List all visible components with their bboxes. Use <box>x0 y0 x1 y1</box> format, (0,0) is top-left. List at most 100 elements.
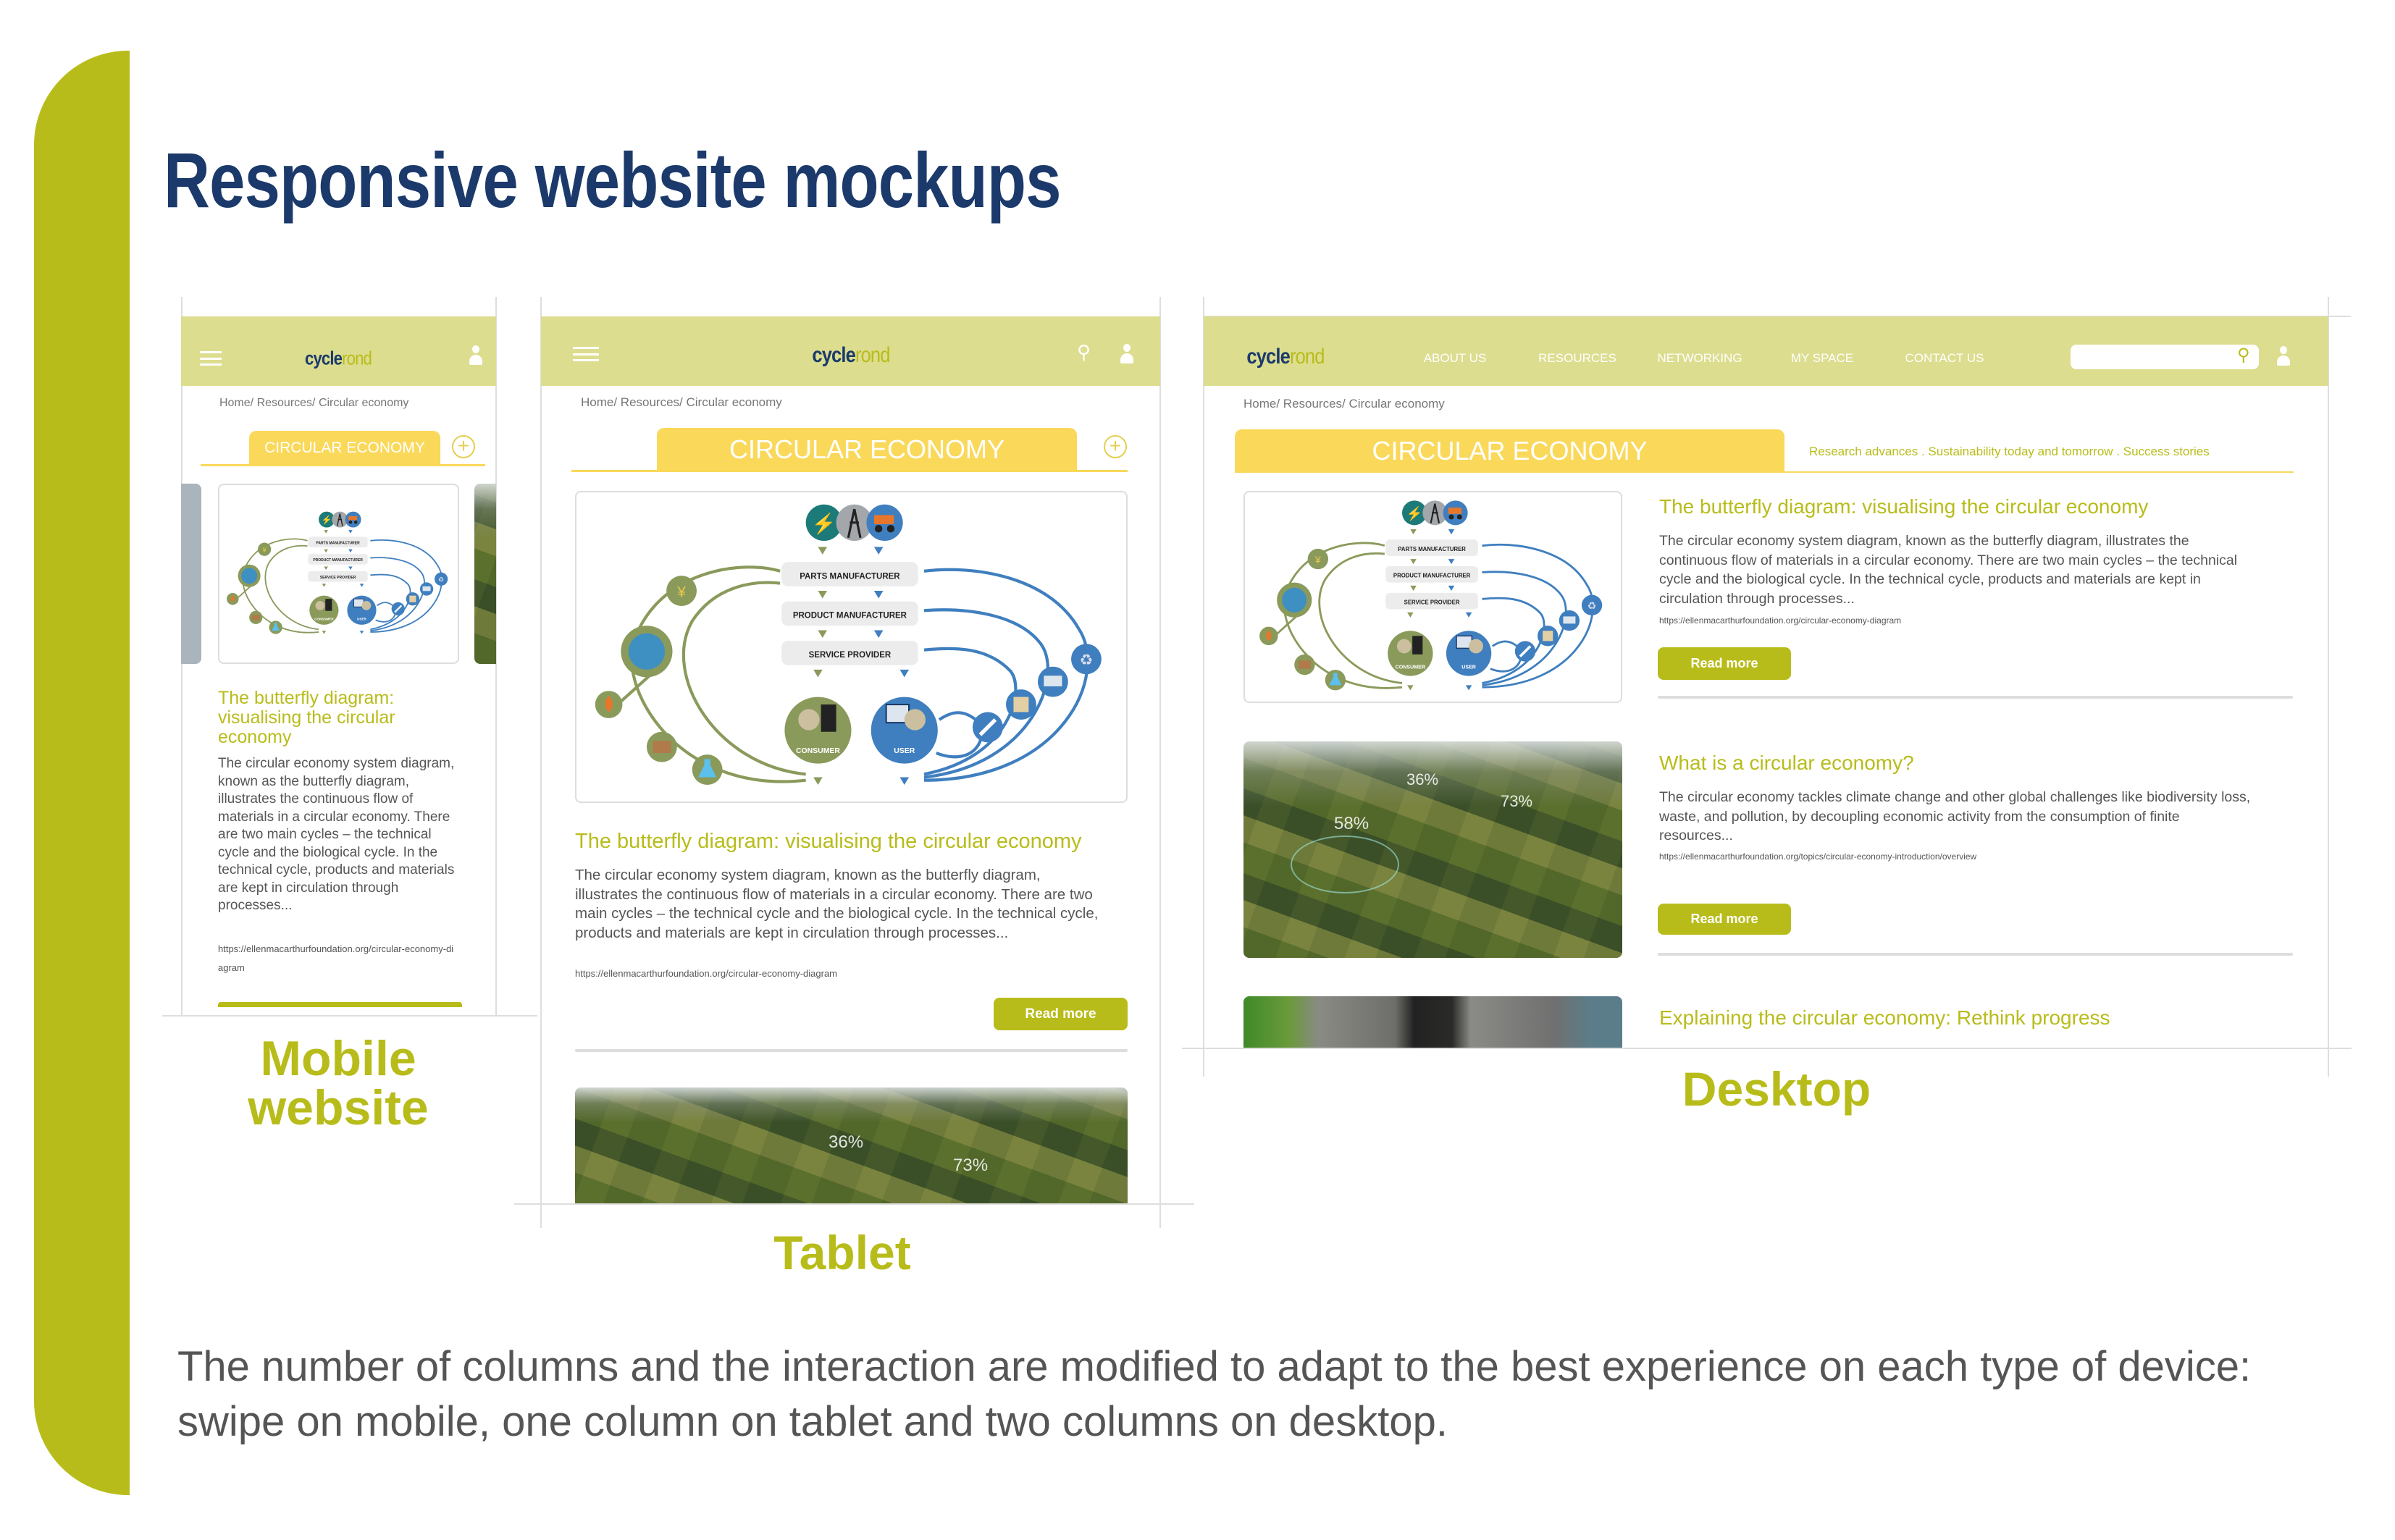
parts-manufacturer-label: PARTS MANUFACTURER <box>316 541 360 545</box>
article-url[interactable]: https://ellenmacarthurfoundation.org/cir… <box>575 968 837 979</box>
article-body: The circular economy tackles climate cha… <box>1659 789 2251 843</box>
breadcrumb[interactable]: Home/ Resources/ Circular economy <box>219 397 408 410</box>
user-label: USER <box>1461 665 1476 670</box>
svg-text:¥: ¥ <box>676 584 686 600</box>
article-title[interactable]: What is a circular economy? <box>1659 752 1914 775</box>
article-title[interactable]: Explaining the circular economy: Rethink… <box>1659 1006 2110 1030</box>
tab-underline <box>1235 471 2294 473</box>
article-body: The circular economy system diagram, kno… <box>1659 533 2238 607</box>
breadcrumb[interactable]: Home/ Resources/ Circular economy <box>1243 397 1445 411</box>
user-label: USER <box>357 617 366 620</box>
plus-icon[interactable]: + <box>1104 435 1127 458</box>
mobile-label: Mobile website <box>248 1031 429 1135</box>
svg-text:⚡: ⚡ <box>812 512 836 535</box>
user-icon[interactable] <box>1119 344 1135 364</box>
article-url[interactable]: https://ellenmacarthurfoundation.org/cir… <box>1659 615 1901 626</box>
consumer-label: CONSUMER <box>314 617 334 620</box>
read-more-button[interactable]: Read more <box>994 998 1128 1030</box>
article-url[interactable]: https://ellenmacarthurfoundation.org/cir… <box>218 940 457 977</box>
logo[interactable]: cyclerond <box>1246 345 1325 369</box>
user-icon[interactable] <box>2276 346 2291 366</box>
bio-arc-fire <box>237 585 252 599</box>
svg-text:♻: ♻ <box>1587 601 1597 613</box>
search-icon[interactable]: ⚲ <box>2237 345 2250 366</box>
tech-arc-3 <box>370 573 411 631</box>
read-more-button-peek[interactable] <box>218 1002 462 1007</box>
carousel-next-card[interactable] <box>474 484 496 664</box>
product-manufacturer-label: PRODUCT MANUFACTURER <box>1393 573 1471 579</box>
svg-text:¥: ¥ <box>262 546 267 553</box>
bio-arc-fire <box>619 673 653 703</box>
breadcrumb[interactable]: Home/ Resources/ Circular economy <box>581 395 782 410</box>
aerial-image[interactable]: 36% 73% 58% <box>1243 741 1622 958</box>
description-text: The number of columns and the interactio… <box>177 1343 2252 1445</box>
nav-about-us[interactable]: ABOUT US <box>1424 351 1487 366</box>
svg-text:♻: ♻ <box>1080 652 1094 669</box>
hud-overlay <box>1291 836 1399 893</box>
tablet-header: cyclerond ⚲ <box>541 316 1160 386</box>
consumer-label: CONSUMER <box>796 747 840 755</box>
svg-text:¥: ¥ <box>1314 555 1321 566</box>
frame-line <box>2328 297 2329 1077</box>
frame-line <box>162 1015 537 1017</box>
divider <box>1658 696 2293 699</box>
diagram-image[interactable]: ⚡ PARTS MANUFACTURER PRODUCT MANUFACTURE… <box>218 484 459 664</box>
diagram-image[interactable]: ⚡ PARTS MANUFACTURER PRODUCT MANUFACTURE… <box>1243 491 1622 703</box>
article-url[interactable]: https://ellenmacarthurfoundation.org/top… <box>1659 851 1976 862</box>
product-manufacturer-label: PRODUCT MANUFACTURER <box>313 558 363 563</box>
accent-bar <box>34 51 130 1495</box>
nav-networking[interactable]: NETWORKING <box>1657 351 1742 366</box>
bio-arc-fire <box>1276 614 1299 635</box>
parts-manufacturer-label: PARTS MANUFACTURER <box>1398 546 1466 552</box>
hands-plant-image[interactable] <box>1243 996 1622 1048</box>
read-more-button[interactable]: Read more <box>1658 647 1791 680</box>
user-label: USER <box>894 747 915 755</box>
divider <box>1658 953 2293 956</box>
article-title[interactable]: The butterfly diagram: visualising the c… <box>1659 495 2148 518</box>
article-body: The circular economy system diagram, kno… <box>575 867 1099 941</box>
nav-contact-us[interactable]: CONTACT US <box>1905 351 1984 366</box>
tab-circular-economy[interactable]: CIRCULAR ECONOMY <box>657 428 1077 471</box>
tech-arc-3 <box>923 647 1018 776</box>
product-manufacturer-label: PRODUCT MANUFACTURER <box>793 612 907 620</box>
subnav-links[interactable]: Research advances . Sustainability today… <box>1809 445 2210 459</box>
menu-icon[interactable] <box>573 347 599 361</box>
tab-circular-economy[interactable]: CIRCULAR ECONOMY <box>249 431 440 466</box>
mobile-header: cyclerond <box>181 316 496 386</box>
aerial-image[interactable]: 36% 73% <box>575 1087 1128 1203</box>
divider <box>575 1049 1128 1052</box>
consumer-label: CONSUMER <box>1396 665 1425 670</box>
desktop-label: Desktop <box>1682 1062 1871 1116</box>
user-icon[interactable] <box>468 345 484 366</box>
tab-underline <box>201 464 485 466</box>
nav-my-space[interactable]: MY SPACE <box>1791 351 1853 366</box>
stat-58: 58% <box>1334 814 1370 833</box>
svg-text:♻: ♻ <box>438 576 444 583</box>
desktop-header: cyclerond ABOUT US RESOURCES NETWORKING … <box>1204 316 2328 386</box>
tab-underline <box>571 470 1128 472</box>
butterfly-diagram: ⚡ PARTS MANUFACTURER PRODUCT MANUFACTURE… <box>227 511 448 634</box>
frame-line <box>1182 1048 2352 1049</box>
logo[interactable]: cyclerond <box>305 348 372 370</box>
article-title[interactable]: The butterfly diagram: visualising the c… <box>575 830 1082 854</box>
carousel-prev-card[interactable] <box>181 484 201 664</box>
logo[interactable]: cyclerond <box>812 343 890 368</box>
tab-circular-economy[interactable]: CIRCULAR ECONOMY <box>1235 429 1784 473</box>
butterfly-diagram: ⚡ PARTS MANUFACTURER PRODUCT MANUFACTURE… <box>1259 500 1603 691</box>
plus-icon[interactable]: + <box>452 435 475 458</box>
parts-manufacturer-label: PARTS MANUFACTURER <box>800 572 900 581</box>
svg-text:⚡: ⚡ <box>1406 505 1423 521</box>
stat-36: 36% <box>829 1132 864 1152</box>
search-input[interactable]: ⚲ <box>2071 345 2259 369</box>
menu-icon[interactable] <box>200 351 222 366</box>
stat-73: 73% <box>953 1156 989 1175</box>
butterfly-diagram: ⚡ PARTS MANUFACTURER PRODUCT MANUFACTURE… <box>595 504 1102 785</box>
frame-line <box>1203 297 1204 1077</box>
article-title[interactable]: The butterfly diagram: visualising the c… <box>218 689 450 747</box>
article-body: The circular economy system diagram, kno… <box>218 756 455 913</box>
search-icon[interactable]: ⚲ <box>1077 341 1091 363</box>
diagram-image[interactable]: ⚡ PARTS MANUFACTURER PRODUCT MANUFACTURE… <box>575 491 1128 803</box>
read-more-button[interactable]: Read more <box>1658 904 1791 935</box>
nav-resources[interactable]: RESOURCES <box>1538 351 1616 366</box>
frame-line <box>1159 297 1161 1228</box>
